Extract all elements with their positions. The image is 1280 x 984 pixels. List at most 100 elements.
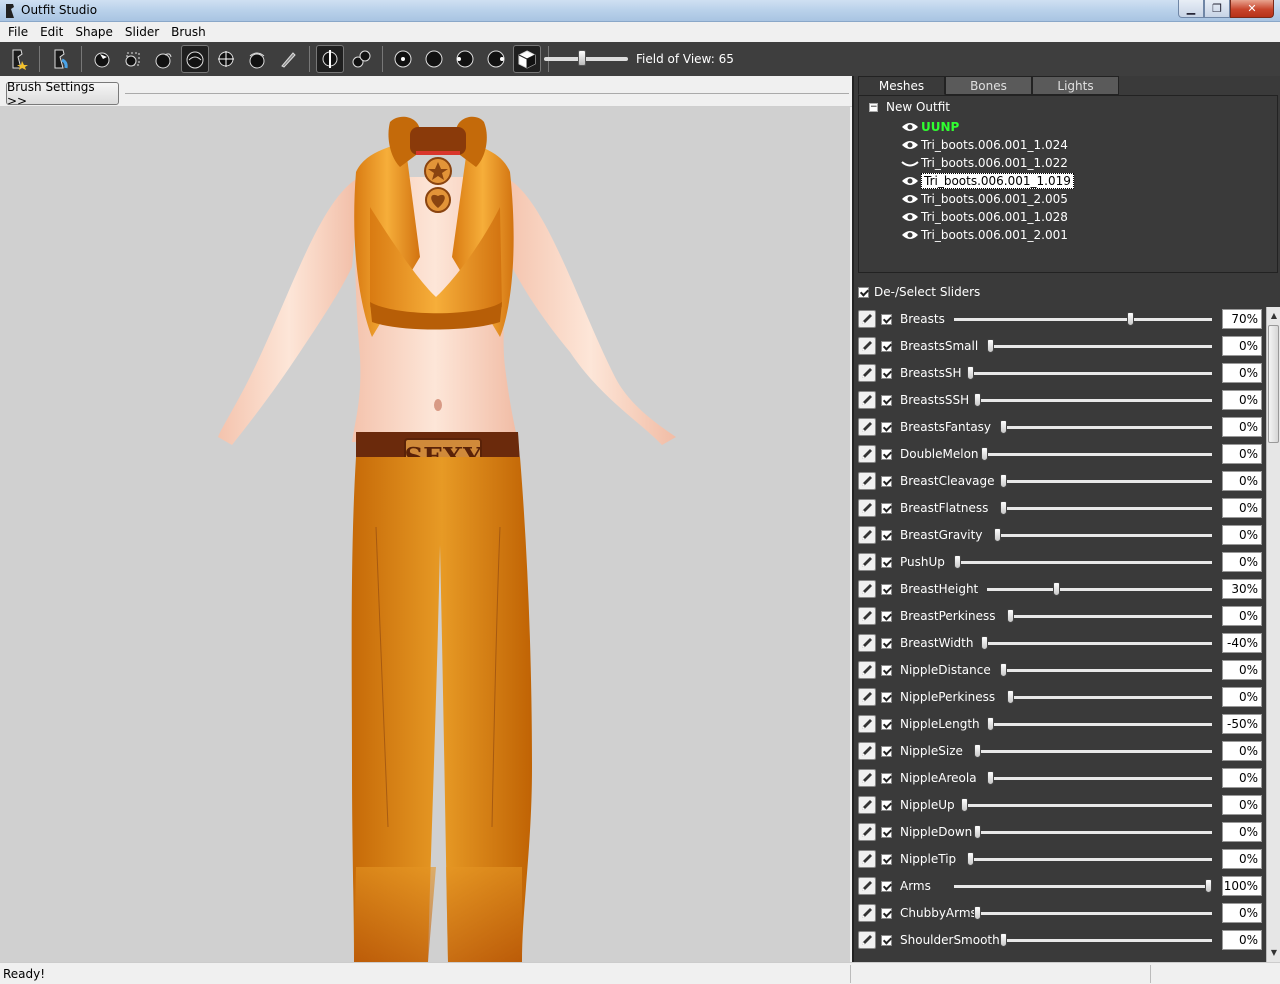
- edit-slider-pencil-icon[interactable]: [858, 688, 876, 706]
- slider-value-field[interactable]: 0%: [1222, 471, 1262, 491]
- slider-track[interactable]: [1000, 480, 1212, 483]
- mesh-item[interactable]: Tri_boots.006.001_1.024: [901, 136, 1068, 153]
- view-left-icon[interactable]: [451, 45, 479, 73]
- scrollbar-thumb[interactable]: [1268, 325, 1279, 443]
- slider-track[interactable]: [987, 723, 1212, 726]
- slider-thumb[interactable]: [954, 555, 961, 569]
- slider-value-field[interactable]: 0%: [1222, 444, 1262, 464]
- 3d-viewport[interactable]: SEXY: [0, 107, 850, 962]
- slider-enable-checkbox[interactable]: [881, 610, 892, 622]
- slider-track[interactable]: [1007, 615, 1212, 618]
- slider-thumb[interactable]: [980, 447, 988, 461]
- slider-enable-checkbox[interactable]: [881, 934, 892, 946]
- select-tool-icon[interactable]: [88, 45, 116, 73]
- slider-thumb[interactable]: [1000, 933, 1008, 947]
- edit-slider-pencil-icon[interactable]: [858, 526, 876, 544]
- slider-track[interactable]: [1000, 507, 1212, 510]
- slider-track[interactable]: [974, 912, 1212, 915]
- edit-slider-pencil-icon[interactable]: [858, 445, 876, 463]
- slider-track[interactable]: [974, 750, 1212, 753]
- slider-thumb[interactable]: [967, 366, 975, 380]
- slider-track[interactable]: [1000, 939, 1212, 942]
- edit-slider-pencil-icon[interactable]: [858, 553, 876, 571]
- slider-enable-checkbox[interactable]: [881, 394, 892, 406]
- slider-value-field[interactable]: 0%: [1222, 498, 1262, 518]
- slider-value-field[interactable]: 0%: [1222, 336, 1262, 356]
- slider-enable-checkbox[interactable]: [881, 529, 892, 541]
- brush-settings-button[interactable]: Brush Settings >>: [6, 80, 119, 108]
- slider-thumb[interactable]: [1052, 582, 1060, 596]
- slider-track[interactable]: [1000, 669, 1212, 672]
- edit-slider-pencil-icon[interactable]: [858, 364, 876, 382]
- slider-value-field[interactable]: 0%: [1222, 849, 1262, 869]
- field-of-view-slider-thumb[interactable]: [578, 50, 586, 66]
- slider-track[interactable]: [993, 534, 1212, 537]
- slider-enable-checkbox[interactable]: [881, 367, 892, 379]
- edit-slider-pencil-icon[interactable]: [858, 499, 876, 517]
- edit-slider-pencil-icon[interactable]: [858, 580, 876, 598]
- slider-enable-checkbox[interactable]: [881, 448, 892, 460]
- slider-thumb[interactable]: [993, 528, 1001, 542]
- slider-value-field[interactable]: 0%: [1222, 741, 1262, 761]
- slider-enable-checkbox[interactable]: [881, 583, 892, 595]
- tab-meshes[interactable]: Meshes: [858, 76, 945, 95]
- edit-slider-pencil-icon[interactable]: [858, 877, 876, 895]
- slider-track[interactable]: [960, 804, 1212, 807]
- visibility-eye-icon[interactable]: [901, 175, 919, 187]
- collapse-icon[interactable]: −: [869, 102, 878, 112]
- perspective-cube-icon[interactable]: [513, 45, 541, 73]
- slider-track[interactable]: [954, 318, 1212, 321]
- visibility-eye-icon[interactable]: [901, 229, 919, 241]
- slider-value-field[interactable]: -50%: [1222, 714, 1262, 734]
- slider-thumb[interactable]: [974, 906, 981, 920]
- slider-value-field[interactable]: 0%: [1222, 795, 1262, 815]
- smooth-brush-icon[interactable]: [243, 45, 271, 73]
- edit-slider-pencil-icon[interactable]: [858, 850, 876, 868]
- slider-track[interactable]: [987, 345, 1212, 348]
- slider-enable-checkbox[interactable]: [881, 718, 892, 730]
- slider-value-field[interactable]: 0%: [1222, 552, 1262, 572]
- slider-thumb[interactable]: [987, 339, 995, 353]
- slider-value-field[interactable]: -40%: [1222, 633, 1262, 653]
- edit-slider-pencil-icon[interactable]: [858, 661, 876, 679]
- x-mirror-icon[interactable]: [316, 45, 344, 73]
- view-front-icon[interactable]: [389, 45, 417, 73]
- slider-track[interactable]: [980, 453, 1212, 456]
- slider-enable-checkbox[interactable]: [881, 637, 892, 649]
- slider-thumb[interactable]: [987, 771, 995, 785]
- slider-value-field[interactable]: 0%: [1222, 660, 1262, 680]
- minimize-button[interactable]: ▁: [1178, 0, 1204, 18]
- slider-track[interactable]: [954, 885, 1212, 888]
- view-back-icon[interactable]: [420, 45, 448, 73]
- deflate-brush-icon[interactable]: [181, 45, 209, 73]
- slider-thumb[interactable]: [1000, 474, 1008, 488]
- slider-track[interactable]: [1007, 696, 1212, 699]
- slider-enable-checkbox[interactable]: [881, 340, 892, 352]
- slider-thumb[interactable]: [974, 744, 981, 758]
- slider-thumb[interactable]: [974, 393, 981, 407]
- weight-brush-icon[interactable]: [274, 45, 302, 73]
- menu-brush[interactable]: Brush: [165, 22, 212, 42]
- slider-thumb[interactable]: [1007, 609, 1014, 623]
- slider-enable-checkbox[interactable]: [881, 880, 892, 892]
- slider-value-field[interactable]: 0%: [1222, 417, 1262, 437]
- visibility-eye-icon[interactable]: [901, 211, 919, 223]
- deselect-sliders-toggle[interactable]: De-/Select Sliders: [858, 282, 980, 302]
- tree-root[interactable]: − New Outfit: [869, 100, 950, 114]
- slider-thumb[interactable]: [1000, 501, 1008, 515]
- slider-value-field[interactable]: 0%: [1222, 903, 1262, 923]
- slider-value-field[interactable]: 0%: [1222, 768, 1262, 788]
- slider-thumb[interactable]: [1007, 690, 1014, 704]
- slider-list-scrollbar[interactable]: ▲ ▼: [1266, 307, 1280, 962]
- slider-thumb[interactable]: [987, 717, 995, 731]
- slider-enable-checkbox[interactable]: [881, 475, 892, 487]
- edit-slider-pencil-icon[interactable]: [858, 418, 876, 436]
- slider-value-field[interactable]: 0%: [1222, 822, 1262, 842]
- scroll-down-icon[interactable]: ▼: [1267, 946, 1280, 960]
- menu-edit[interactable]: Edit: [34, 22, 69, 42]
- visibility-eye-icon[interactable]: [901, 139, 919, 151]
- view-right-icon[interactable]: [482, 45, 510, 73]
- edit-slider-pencil-icon[interactable]: [858, 931, 876, 949]
- slider-value-field[interactable]: 30%: [1222, 579, 1262, 599]
- field-of-view-slider[interactable]: [544, 57, 628, 61]
